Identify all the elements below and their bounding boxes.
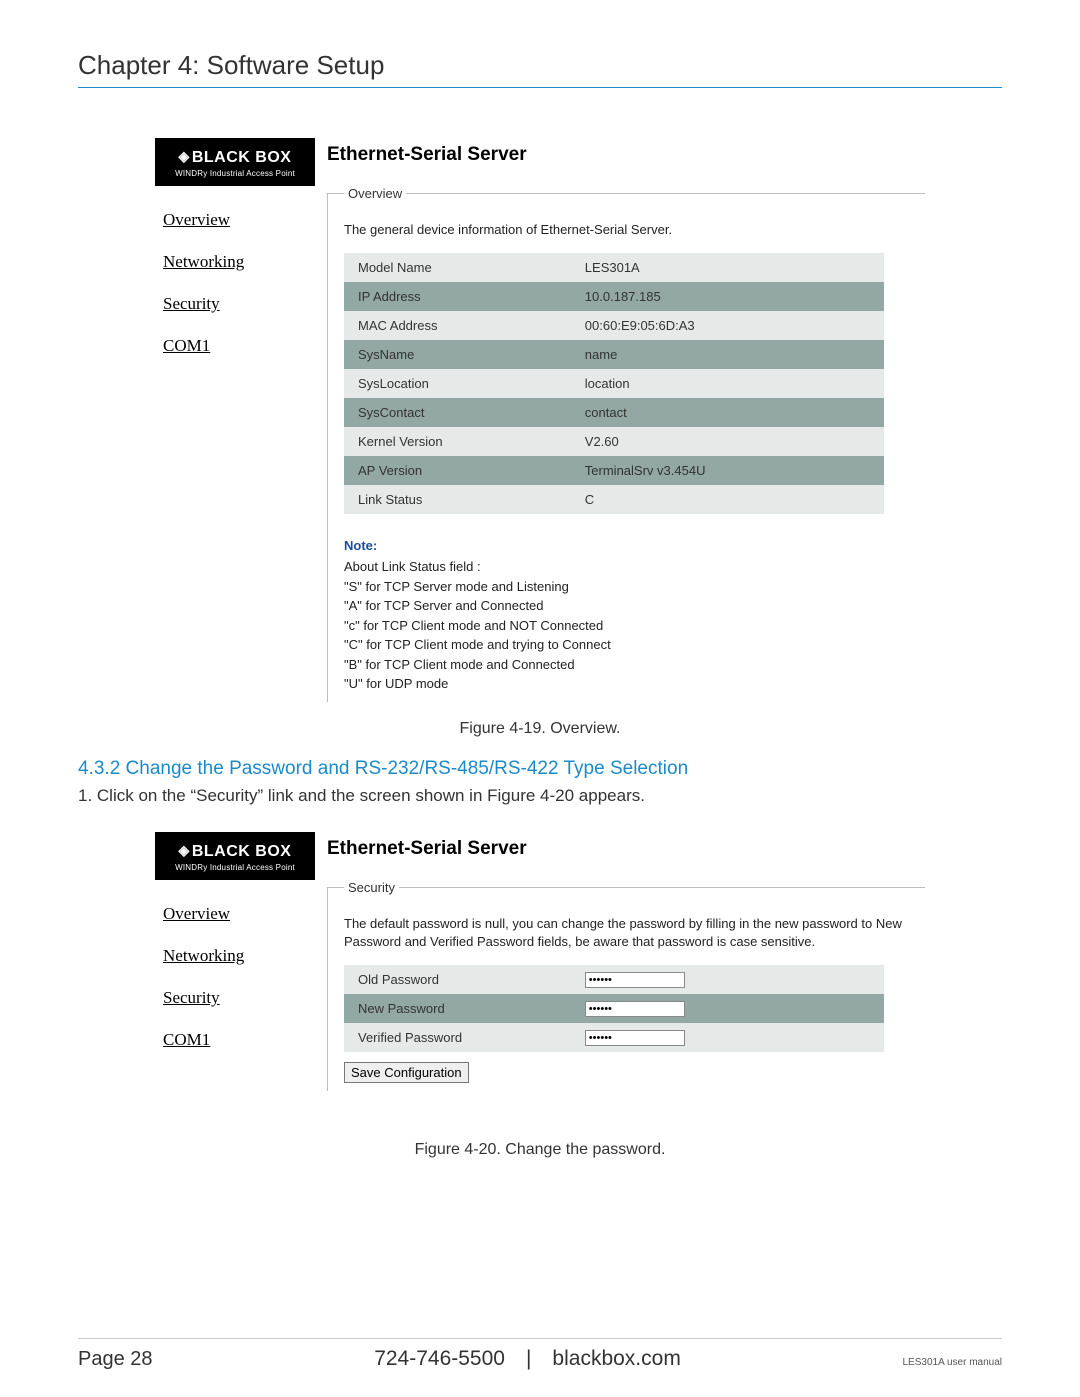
overview-screenshot: ◈BLACK BOX WINDRy Industrial Access Poin… xyxy=(155,138,925,702)
nav-overview[interactable]: Overview xyxy=(163,904,315,924)
note-line: About Link Status field : xyxy=(344,557,925,577)
new-password-input[interactable] xyxy=(585,1001,685,1017)
diamond-icon: ◈ xyxy=(179,148,190,164)
footer-doc-title: LES301A user manual xyxy=(902,1357,1002,1368)
old-password-input[interactable] xyxy=(585,972,685,988)
row-label: New Password xyxy=(344,994,571,1023)
row-label: SysLocation xyxy=(344,369,571,398)
brand-name: BLACK BOX xyxy=(192,843,292,860)
brand-tagline: WINDRy Industrial Access Point xyxy=(163,863,307,872)
note-line: "S" for TCP Server mode and Listening xyxy=(344,577,925,597)
overview-panel: Overview The general device information … xyxy=(327,186,925,702)
row-value: name xyxy=(571,340,884,369)
row-value: location xyxy=(571,369,884,398)
footer-contact: 724-746-5500 | blackbox.com xyxy=(153,1347,903,1371)
nav-overview[interactable]: Overview xyxy=(163,210,315,230)
overview-intro: The general device information of Ethern… xyxy=(344,221,925,239)
row-label: SysName xyxy=(344,340,571,369)
main-title: Ethernet-Serial Server xyxy=(327,144,925,166)
verified-password-input[interactable] xyxy=(585,1030,685,1046)
row-label: AP Version xyxy=(344,456,571,485)
row-label: MAC Address xyxy=(344,311,571,340)
nav-com1[interactable]: COM1 xyxy=(163,1030,315,1050)
overview-legend: Overview xyxy=(344,186,406,201)
step-1-text: 1. Click on the “Security” link and the … xyxy=(78,786,1002,806)
row-label: IP Address xyxy=(344,282,571,311)
security-intro: The default password is null, you can ch… xyxy=(344,915,925,951)
brand-logo: ◈BLACK BOX WINDRy Industrial Access Poin… xyxy=(155,832,315,880)
note-line: "U" for UDP mode xyxy=(344,674,925,694)
row-value: V2.60 xyxy=(571,427,884,456)
brand-tagline: WINDRy Industrial Access Point xyxy=(163,169,307,178)
security-screenshot: ◈BLACK BOX WINDRy Industrial Access Poin… xyxy=(155,832,925,1091)
nav-security[interactable]: Security xyxy=(163,988,315,1008)
brand-name: BLACK BOX xyxy=(192,149,292,166)
save-configuration-button[interactable]: Save Configuration xyxy=(344,1062,469,1083)
diamond-icon: ◈ xyxy=(179,842,190,858)
note-line: "c" for TCP Client mode and NOT Connecte… xyxy=(344,616,925,636)
row-label: Old Password xyxy=(344,965,571,994)
row-value: contact xyxy=(571,398,884,427)
note-line: "C" for TCP Client mode and trying to Co… xyxy=(344,635,925,655)
main-title: Ethernet-Serial Server xyxy=(327,838,925,860)
chapter-title: Chapter 4: Software Setup xyxy=(78,50,1002,88)
nav-networking[interactable]: Networking xyxy=(163,946,315,966)
row-label: Verified Password xyxy=(344,1023,571,1052)
note-body: About Link Status field : "S" for TCP Se… xyxy=(344,557,925,694)
nav-com1[interactable]: COM1 xyxy=(163,336,315,356)
note-line: "A" for TCP Server and Connected xyxy=(344,596,925,616)
security-legend: Security xyxy=(344,880,399,895)
overview-table: Model NameLES301A IP Address10.0.187.185… xyxy=(344,253,884,514)
figure-4-20-caption: Figure 4-20. Change the password. xyxy=(78,1141,1002,1159)
row-label: Model Name xyxy=(344,253,571,282)
nav-security[interactable]: Security xyxy=(163,294,315,314)
footer-page-number: Page 28 xyxy=(78,1348,153,1371)
nav-networking[interactable]: Networking xyxy=(163,252,315,272)
brand-logo: ◈BLACK BOX WINDRy Industrial Access Poin… xyxy=(155,138,315,186)
row-value: 00:60:E9:05:6D:A3 xyxy=(571,311,884,340)
row-label: Kernel Version xyxy=(344,427,571,456)
security-panel: Security The default password is null, y… xyxy=(327,880,925,1091)
page-footer: Page 28 724-746-5500 | blackbox.com LES3… xyxy=(78,1338,1002,1371)
row-value: TerminalSrv v3.454U xyxy=(571,456,884,485)
row-value: LES301A xyxy=(571,253,884,282)
note-line: "B" for TCP Client mode and Connected xyxy=(344,655,925,675)
row-value: 10.0.187.185 xyxy=(571,282,884,311)
section-4-3-2-heading: 4.3.2 Change the Password and RS-232/RS-… xyxy=(78,758,1002,780)
figure-4-19-caption: Figure 4-19. Overview. xyxy=(78,720,1002,738)
row-label: Link Status xyxy=(344,485,571,514)
row-label: SysContact xyxy=(344,398,571,427)
row-value: C xyxy=(571,485,884,514)
note-title: Note: xyxy=(344,538,925,553)
security-table: Old Password New Password Verified Passw… xyxy=(344,965,884,1052)
